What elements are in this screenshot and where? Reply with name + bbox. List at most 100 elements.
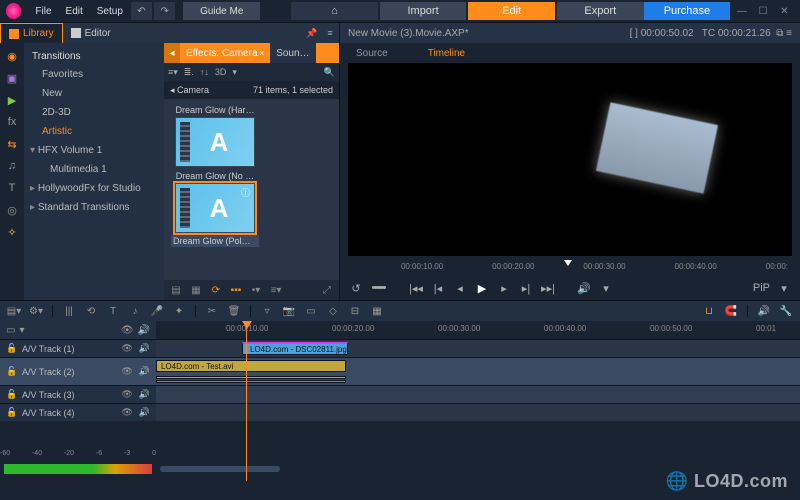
lock-icon[interactable]: 🔓 bbox=[6, 407, 16, 418]
menu-edit[interactable]: Edit bbox=[60, 4, 89, 19]
home-button[interactable]: ⌂ bbox=[291, 2, 378, 20]
tl-title-icon[interactable]: T bbox=[105, 304, 121, 318]
effects-back-icon[interactable]: ◂ bbox=[164, 43, 180, 63]
footer-size-icon[interactable]: •▾ bbox=[248, 283, 264, 297]
search-icon[interactable]: 🔍 bbox=[324, 67, 335, 78]
tree-item-artistic[interactable]: Artistic bbox=[28, 123, 160, 140]
subtab-source[interactable]: Source bbox=[356, 48, 388, 59]
subtab-timeline[interactable]: Timeline bbox=[428, 48, 465, 59]
tl-trash-icon[interactable]: 🗑 bbox=[226, 304, 242, 318]
maximize-icon[interactable]: ☐ bbox=[754, 4, 773, 18]
effect-thumb-selected[interactable]: Aⓘ bbox=[175, 183, 255, 233]
scrub-playhead[interactable] bbox=[561, 256, 569, 272]
effects-tab-camera[interactable]: Effects: Camera× bbox=[180, 43, 270, 63]
rail-palette-icon[interactable]: ◉ bbox=[5, 49, 19, 63]
eye-icon[interactable]: 👁 bbox=[121, 389, 132, 400]
tl-snap-icon[interactable]: 🧲 bbox=[723, 304, 739, 318]
tree-item-multimedia[interactable]: Multimedia 1 bbox=[28, 161, 160, 178]
preview-canvas[interactable] bbox=[348, 63, 792, 256]
footer-btn-1[interactable]: ▤ bbox=[168, 283, 184, 297]
tree-item-new[interactable]: New bbox=[28, 85, 160, 102]
tab-editor[interactable]: Editor bbox=[63, 23, 119, 43]
tl-mixer-icon[interactable]: ||| bbox=[61, 304, 77, 318]
rail-more-icon[interactable]: ✧ bbox=[5, 225, 19, 239]
tl-trim-icon[interactable]: ⊟ bbox=[347, 304, 363, 318]
go-start-icon[interactable]: |◂◂ bbox=[408, 282, 424, 295]
speaker-icon[interactable]: 🔊 bbox=[139, 343, 150, 354]
tl-track-icon[interactable]: ▭ bbox=[303, 304, 319, 318]
tl-wrench-icon[interactable]: 🔧 bbox=[778, 304, 794, 318]
info-icon[interactable]: ⓘ bbox=[241, 186, 250, 199]
tl-magnet-icon[interactable]: ⊔ bbox=[701, 304, 717, 318]
close-tab-icon[interactable]: × bbox=[260, 49, 265, 58]
tl-eye-master-icon[interactable]: 👁 bbox=[121, 325, 134, 336]
tl-gear-icon[interactable]: ⚙▾ bbox=[28, 304, 44, 318]
step-fwd-icon[interactable]: ▸ bbox=[496, 282, 512, 295]
tl-multicam-icon[interactable]: ▦ bbox=[369, 304, 385, 318]
footer-expand-icon[interactable]: ⤢ bbox=[319, 283, 335, 297]
tree-item-2d3d[interactable]: 2D-3D bbox=[28, 104, 160, 121]
track-lane[interactable] bbox=[156, 404, 800, 421]
loop-icon[interactable]: ↺ bbox=[348, 282, 364, 295]
tab-export[interactable]: Export bbox=[557, 2, 644, 20]
tl-razor-icon[interactable]: ✂ bbox=[204, 304, 220, 318]
minimize-icon[interactable]: — bbox=[732, 4, 751, 18]
rail-transitions-icon[interactable]: ⇆ bbox=[5, 137, 19, 151]
eye-icon[interactable]: 👁 bbox=[121, 407, 132, 418]
lock-icon[interactable]: 🔓 bbox=[6, 366, 16, 377]
tl-marker-icon[interactable]: ▿ bbox=[259, 304, 275, 318]
footer-btn-2[interactable]: ▦ bbox=[188, 283, 204, 297]
tab-import[interactable]: Import bbox=[380, 2, 467, 20]
go-end-icon[interactable]: ▸▸| bbox=[540, 282, 556, 295]
breadcrumb-folder[interactable]: Camera bbox=[177, 85, 209, 95]
track-name[interactable]: A/V Track (4) bbox=[22, 408, 115, 418]
jog-icon[interactable]: ••••••• bbox=[370, 282, 386, 294]
tl-link-icon[interactable]: ⟲ bbox=[83, 304, 99, 318]
tree-item-standard[interactable]: Standard Transitions bbox=[28, 199, 160, 216]
tl-snapshot-icon[interactable]: 📷 bbox=[281, 304, 297, 318]
tab-edit[interactable]: Edit bbox=[468, 2, 555, 20]
play-icon[interactable]: ▶ bbox=[474, 282, 490, 295]
clip-audio-line2[interactable] bbox=[156, 380, 346, 383]
tl-audio-scrub-icon[interactable]: 🔊 bbox=[756, 304, 772, 318]
group-icon[interactable]: ↑↓ bbox=[200, 67, 209, 77]
3d-toggle[interactable]: 3D bbox=[215, 67, 227, 77]
tree-item-favorites[interactable]: Favorites bbox=[28, 66, 160, 83]
menu-file[interactable]: File bbox=[29, 4, 57, 19]
effect-item[interactable]: Dream Glow (No … Aⓘ Dream Glow (Pol… bbox=[170, 171, 260, 247]
sort-icon[interactable]: ≡▾ bbox=[168, 67, 178, 78]
tl-voice-icon[interactable]: 🎤 bbox=[149, 304, 165, 318]
prev-frame-icon[interactable]: |◂ bbox=[430, 282, 446, 295]
guide-me-button[interactable]: Guide Me bbox=[183, 2, 260, 20]
eye-icon[interactable]: 👁 bbox=[121, 343, 132, 354]
pip-button[interactable]: PiP bbox=[753, 282, 770, 294]
filter-icon[interactable]: ≣. bbox=[184, 67, 194, 78]
track-lane[interactable]: LO4D.com - Test.avi bbox=[156, 358, 800, 385]
speaker-icon[interactable]: 🔊 bbox=[139, 407, 150, 418]
effect-item[interactable]: Dream Glow (Har… A bbox=[170, 105, 260, 167]
rail-audio-icon[interactable]: ♫ bbox=[5, 159, 19, 173]
pin-icon[interactable]: 📌 bbox=[303, 25, 321, 41]
track-name[interactable]: A/V Track (3) bbox=[22, 390, 115, 400]
speaker-icon[interactable]: 🔊 bbox=[139, 389, 150, 400]
track-name[interactable]: A/V Track (2) bbox=[22, 367, 115, 377]
tree-item-hollywood[interactable]: HollywoodFx for Studio bbox=[28, 180, 160, 197]
rail-disc-icon[interactable]: ◎ bbox=[5, 203, 19, 217]
tl-music-icon[interactable]: ♪ bbox=[127, 304, 143, 318]
clip-video[interactable]: LO4D.com - Test.avi bbox=[156, 360, 346, 372]
lock-icon[interactable]: 🔓 bbox=[6, 389, 16, 400]
effect-thumb[interactable]: A bbox=[175, 117, 255, 167]
zoom-slider[interactable] bbox=[160, 466, 280, 472]
menu-setup[interactable]: Setup bbox=[91, 4, 129, 19]
lock-icon[interactable]: 🔓 bbox=[6, 343, 16, 354]
purchase-button[interactable]: Purchase bbox=[644, 2, 731, 20]
track-lane[interactable] bbox=[156, 386, 800, 403]
tl-keyframe-icon[interactable]: ◇ bbox=[325, 304, 341, 318]
tl-collapse-icon[interactable]: ▭ bbox=[6, 325, 15, 336]
rail-fx-icon[interactable]: fx bbox=[5, 115, 19, 129]
preview-copy-icon[interactable]: ⧉ bbox=[776, 28, 783, 39]
clip-audio-line[interactable] bbox=[156, 376, 346, 379]
timeline-ruler[interactable]: 00:00:10.00 00:00:20.00 00:00:30.00 00:0… bbox=[156, 321, 800, 339]
tl-ducking-icon[interactable]: ✦ bbox=[171, 304, 187, 318]
track-lane[interactable]: LO4D.com - DSC02811.jpg bbox=[156, 340, 800, 357]
